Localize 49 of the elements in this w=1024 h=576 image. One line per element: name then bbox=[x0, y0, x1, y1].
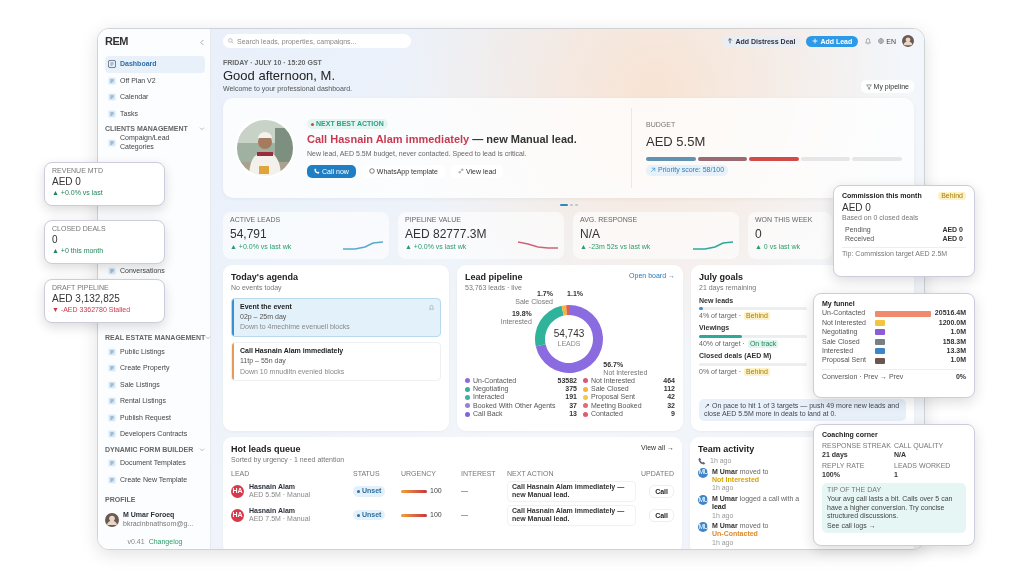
page-icon bbox=[108, 60, 116, 69]
phone-icon bbox=[698, 457, 706, 466]
card-title: Team activity bbox=[698, 444, 756, 456]
metric-value: AED 3,132,825 bbox=[52, 293, 121, 306]
page-icon bbox=[108, 380, 116, 389]
link-icon bbox=[457, 168, 464, 175]
avatar-icon[interactable] bbox=[902, 35, 914, 47]
chevron-icon[interactable] bbox=[205, 336, 212, 341]
phone-icon bbox=[314, 168, 320, 175]
page-icon bbox=[108, 364, 116, 373]
budget-value: AED 5.5M bbox=[646, 133, 707, 150]
plus-icon bbox=[812, 38, 819, 44]
bell-icon bbox=[428, 303, 435, 311]
page-icon bbox=[108, 397, 116, 406]
page-icon bbox=[108, 93, 116, 102]
page-icon bbox=[108, 138, 116, 147]
page-icon bbox=[108, 267, 116, 276]
metric-value: AED 0 bbox=[52, 176, 82, 189]
globe-icon bbox=[878, 38, 885, 44]
card-title: Hot leads queue bbox=[231, 444, 302, 456]
metric-value: 0 bbox=[52, 234, 59, 247]
card-title: July goals bbox=[699, 272, 744, 284]
avatar-icon bbox=[105, 512, 119, 527]
bell-icon[interactable] bbox=[864, 37, 873, 45]
donut-total: 54,743 bbox=[553, 328, 585, 341]
page-icon bbox=[108, 347, 116, 356]
filter-icon bbox=[865, 83, 872, 90]
card-title: Lead pipeline bbox=[465, 272, 523, 284]
collapse-icon[interactable] bbox=[200, 38, 205, 46]
stat-value: 54,791 bbox=[230, 226, 268, 242]
page-icon bbox=[108, 430, 116, 439]
greeting-title: Good afternoon, M. bbox=[223, 68, 336, 84]
page-icon bbox=[108, 109, 116, 118]
search-icon bbox=[228, 38, 234, 44]
card-title: Today's agenda bbox=[231, 272, 299, 284]
stat-value: N/A bbox=[580, 226, 601, 242]
page-icon bbox=[108, 76, 116, 85]
logo: REM bbox=[105, 35, 128, 49]
chevron-icon[interactable] bbox=[199, 447, 205, 452]
page-icon bbox=[108, 413, 116, 422]
stat-value: 0 bbox=[755, 226, 763, 242]
stat-value: AED 82777.3M bbox=[405, 226, 488, 242]
page-icon bbox=[108, 459, 116, 468]
chevron-icon[interactable] bbox=[199, 127, 205, 132]
action-title: Call Hasnain Alam immediately — new Manual lead. bbox=[307, 133, 578, 147]
page-icon bbox=[108, 475, 116, 484]
arrow-icon bbox=[650, 167, 656, 174]
arrow-up-icon bbox=[727, 38, 734, 44]
commission-value: AED 0 bbox=[842, 202, 872, 215]
